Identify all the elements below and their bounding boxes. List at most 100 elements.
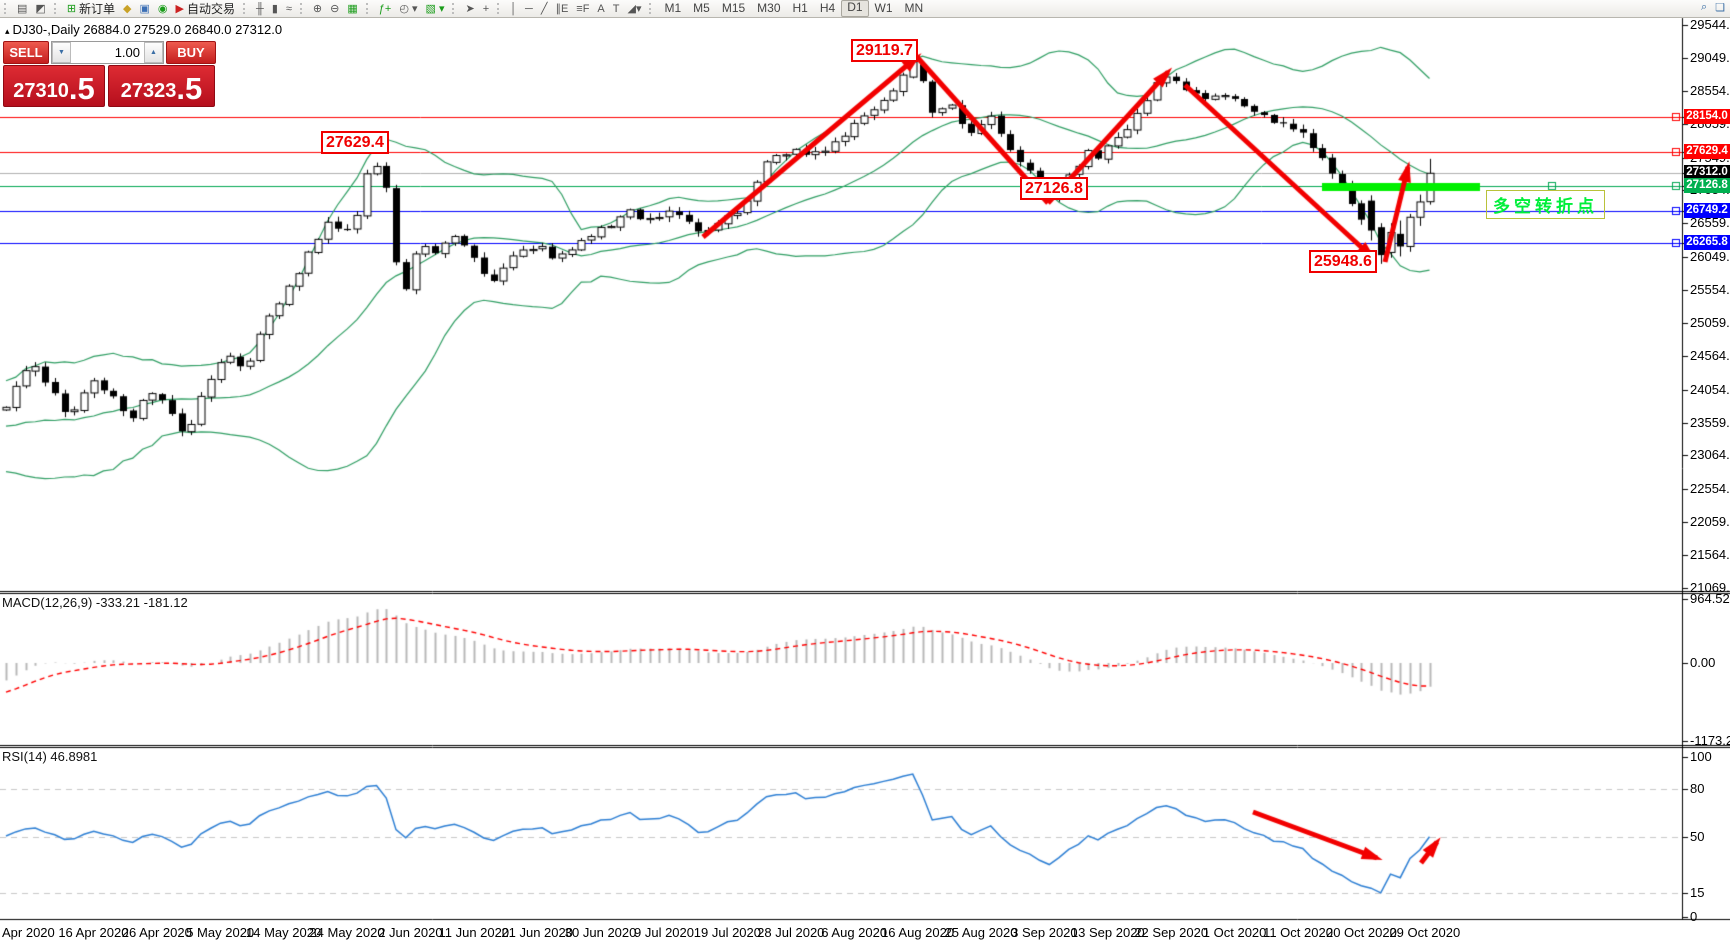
text-icon: A	[597, 1, 604, 17]
search-icon[interactable]: ⌕	[1701, 1, 1707, 14]
price-callout[interactable]: 25948.6	[1309, 250, 1377, 273]
expert-advisors-icon[interactable]: ◆	[119, 1, 135, 17]
date-tick-label: 11 Jun 2020	[438, 925, 509, 940]
fibonacci-icon[interactable]: ≡F	[572, 1, 593, 17]
chart-profiles-icon: ◩	[35, 1, 45, 17]
macd-indicator-label: MACD(12,26,9) -333.21 -181.12	[2, 595, 188, 610]
bar-chart-icon: ╫	[256, 1, 264, 17]
toolbar-separator	[4, 3, 10, 14]
timeframe-button-h1[interactable]: H1	[787, 1, 814, 16]
timeframe-button-h4[interactable]: H4	[814, 1, 841, 16]
vertical-line-icon[interactable]: │	[506, 1, 521, 17]
price-tick-label: 23064.0	[1690, 448, 1730, 462]
indicators-icon[interactable]: ƒ+	[375, 1, 396, 17]
zoom-out-icon[interactable]: ⊖	[326, 1, 343, 17]
price-tick-label: 22059.0	[1690, 515, 1730, 529]
rsi-tick-label: 100	[1690, 750, 1712, 764]
tile-windows-icon[interactable]: ▦	[343, 1, 361, 17]
sell-button[interactable]: SELL	[3, 41, 49, 64]
buy-button[interactable]: BUY	[166, 41, 216, 64]
price-tick-label: 23559.0	[1690, 416, 1730, 430]
rsi-tick-label: 50	[1690, 830, 1704, 844]
new-order-button[interactable]: ⊞新订单	[63, 1, 119, 17]
volume-decrease-button[interactable]: ▼	[52, 42, 71, 63]
zoom-in-icon[interactable]: ⊕	[309, 1, 326, 17]
timeframe-button-m5[interactable]: M5	[687, 1, 716, 16]
trendline-icon[interactable]: ╱	[537, 1, 552, 17]
price-callout[interactable]: 27126.8	[1020, 177, 1088, 200]
one-click-trading-panel: SELL ▼ ▲ BUY 27310.5 27323.5	[3, 41, 216, 107]
toolbar-separator	[300, 3, 306, 14]
note-label[interactable]: 多空转折点	[1486, 190, 1605, 219]
date-tick-label: 22 Sep 2020	[1134, 925, 1208, 940]
crosshair-icon[interactable]: +	[479, 1, 493, 17]
volume-box: ▼ ▲	[51, 41, 164, 64]
fibonacci-icon: ≡F	[576, 1, 589, 17]
price-tick-label: 26049.0	[1690, 250, 1730, 264]
toolbar-separator	[452, 3, 458, 14]
periods-dropdown[interactable]: ◴ ▾	[395, 1, 421, 17]
rsi-indicator-label: RSI(14) 46.8981	[2, 749, 97, 764]
price-callout[interactable]: 27629.4	[321, 131, 389, 154]
date-tick-label: 24 May 2020	[309, 925, 384, 940]
price-tick-label: 25554.0	[1690, 283, 1730, 297]
text-label-icon[interactable]: T	[609, 1, 624, 17]
price-callout[interactable]: 29119.7	[851, 39, 918, 62]
buy-price-tile[interactable]: 27323.5	[108, 65, 215, 107]
timeframe-button-m15[interactable]: M15	[716, 1, 751, 16]
date-tick-label: 1 Oct 2020	[1203, 925, 1267, 940]
volume-input[interactable]	[71, 42, 144, 63]
price-level-badge: 26265.8	[1684, 235, 1730, 250]
price-tick-label: 22554.0	[1690, 482, 1730, 496]
autotrading-button: ▶	[176, 1, 184, 17]
bar-chart-icon[interactable]: ╫	[252, 1, 268, 17]
price-tick-label: 28554.0	[1690, 84, 1730, 98]
horizontal-line-icon[interactable]: ─	[521, 1, 537, 17]
macd-tick-label: 964.52	[1690, 592, 1730, 606]
templates-dropdown: ▧ ▾	[426, 1, 445, 17]
alerts-icon[interactable]: ◉	[154, 1, 172, 17]
timeframe-button-w1[interactable]: W1	[869, 1, 899, 16]
buy-price-pip: .5	[176, 73, 202, 104]
chart-profiles-icon[interactable]: ◩	[31, 1, 49, 17]
timeframe-button-mn[interactable]: MN	[899, 1, 930, 16]
shapes-dropdown: ◢▾	[628, 1, 642, 17]
date-tick-label: 21 Jun 2020	[501, 925, 573, 940]
equidistant-channel-icon: ∥E	[555, 1, 568, 17]
cursor-icon[interactable]: ➤	[461, 1, 478, 17]
date-tick-label: 6 Aug 2020	[821, 925, 887, 940]
price-level-badge: 27126.8	[1684, 178, 1730, 193]
shapes-dropdown[interactable]: ◢▾	[624, 1, 646, 17]
rsi-tick-label: 0	[1690, 910, 1697, 924]
toolbar-separator	[243, 3, 249, 14]
chart-canvas[interactable]	[0, 0, 1730, 942]
timeframe-button-m1[interactable]: M1	[658, 1, 687, 16]
sell-price-tile[interactable]: 27310.5	[3, 65, 105, 107]
line-chart-icon[interactable]: ≈	[282, 1, 296, 17]
symbol-ohlc-text: DJ30-,Daily 26884.0 27529.0 26840.0 2731…	[13, 22, 283, 37]
price-tick-label: 24054.0	[1690, 383, 1730, 397]
chat-icon[interactable]: ❏	[1715, 1, 1725, 14]
date-tick-label: 3 Sep 2020	[1011, 925, 1078, 940]
autotrading-button[interactable]: ▶自动交易	[172, 1, 239, 17]
text-icon[interactable]: A	[593, 1, 608, 17]
rsi-tick-label: 80	[1690, 782, 1704, 796]
trendline-icon: ╱	[541, 1, 548, 17]
candlestick-chart-icon[interactable]: ▮	[268, 1, 282, 17]
rsi-tick-label: 15	[1690, 886, 1704, 900]
line-chart-icon: ≈	[286, 1, 292, 17]
sell-price-pip: .5	[69, 73, 95, 104]
timeframe-button-m30[interactable]: M30	[751, 1, 786, 16]
date-tick-label: 9 Jul 2020	[634, 925, 694, 940]
terminal-icon[interactable]: ▣	[136, 1, 154, 17]
candlestick-chart-icon: ▮	[272, 1, 278, 17]
symbol-collapse-icon[interactable]: ▴	[5, 26, 10, 36]
macd-tick-label: 0.00	[1690, 656, 1715, 670]
date-tick-label: Apr 2020	[2, 925, 55, 940]
timeframe-button-d1[interactable]: D1	[841, 0, 868, 17]
new-chart-icon[interactable]: ▤	[13, 1, 31, 17]
date-tick-label: 25 Aug 2020	[944, 925, 1017, 940]
volume-increase-button[interactable]: ▲	[144, 42, 163, 63]
equidistant-channel-icon[interactable]: ∥E	[551, 1, 572, 17]
templates-dropdown[interactable]: ▧ ▾	[422, 1, 449, 17]
